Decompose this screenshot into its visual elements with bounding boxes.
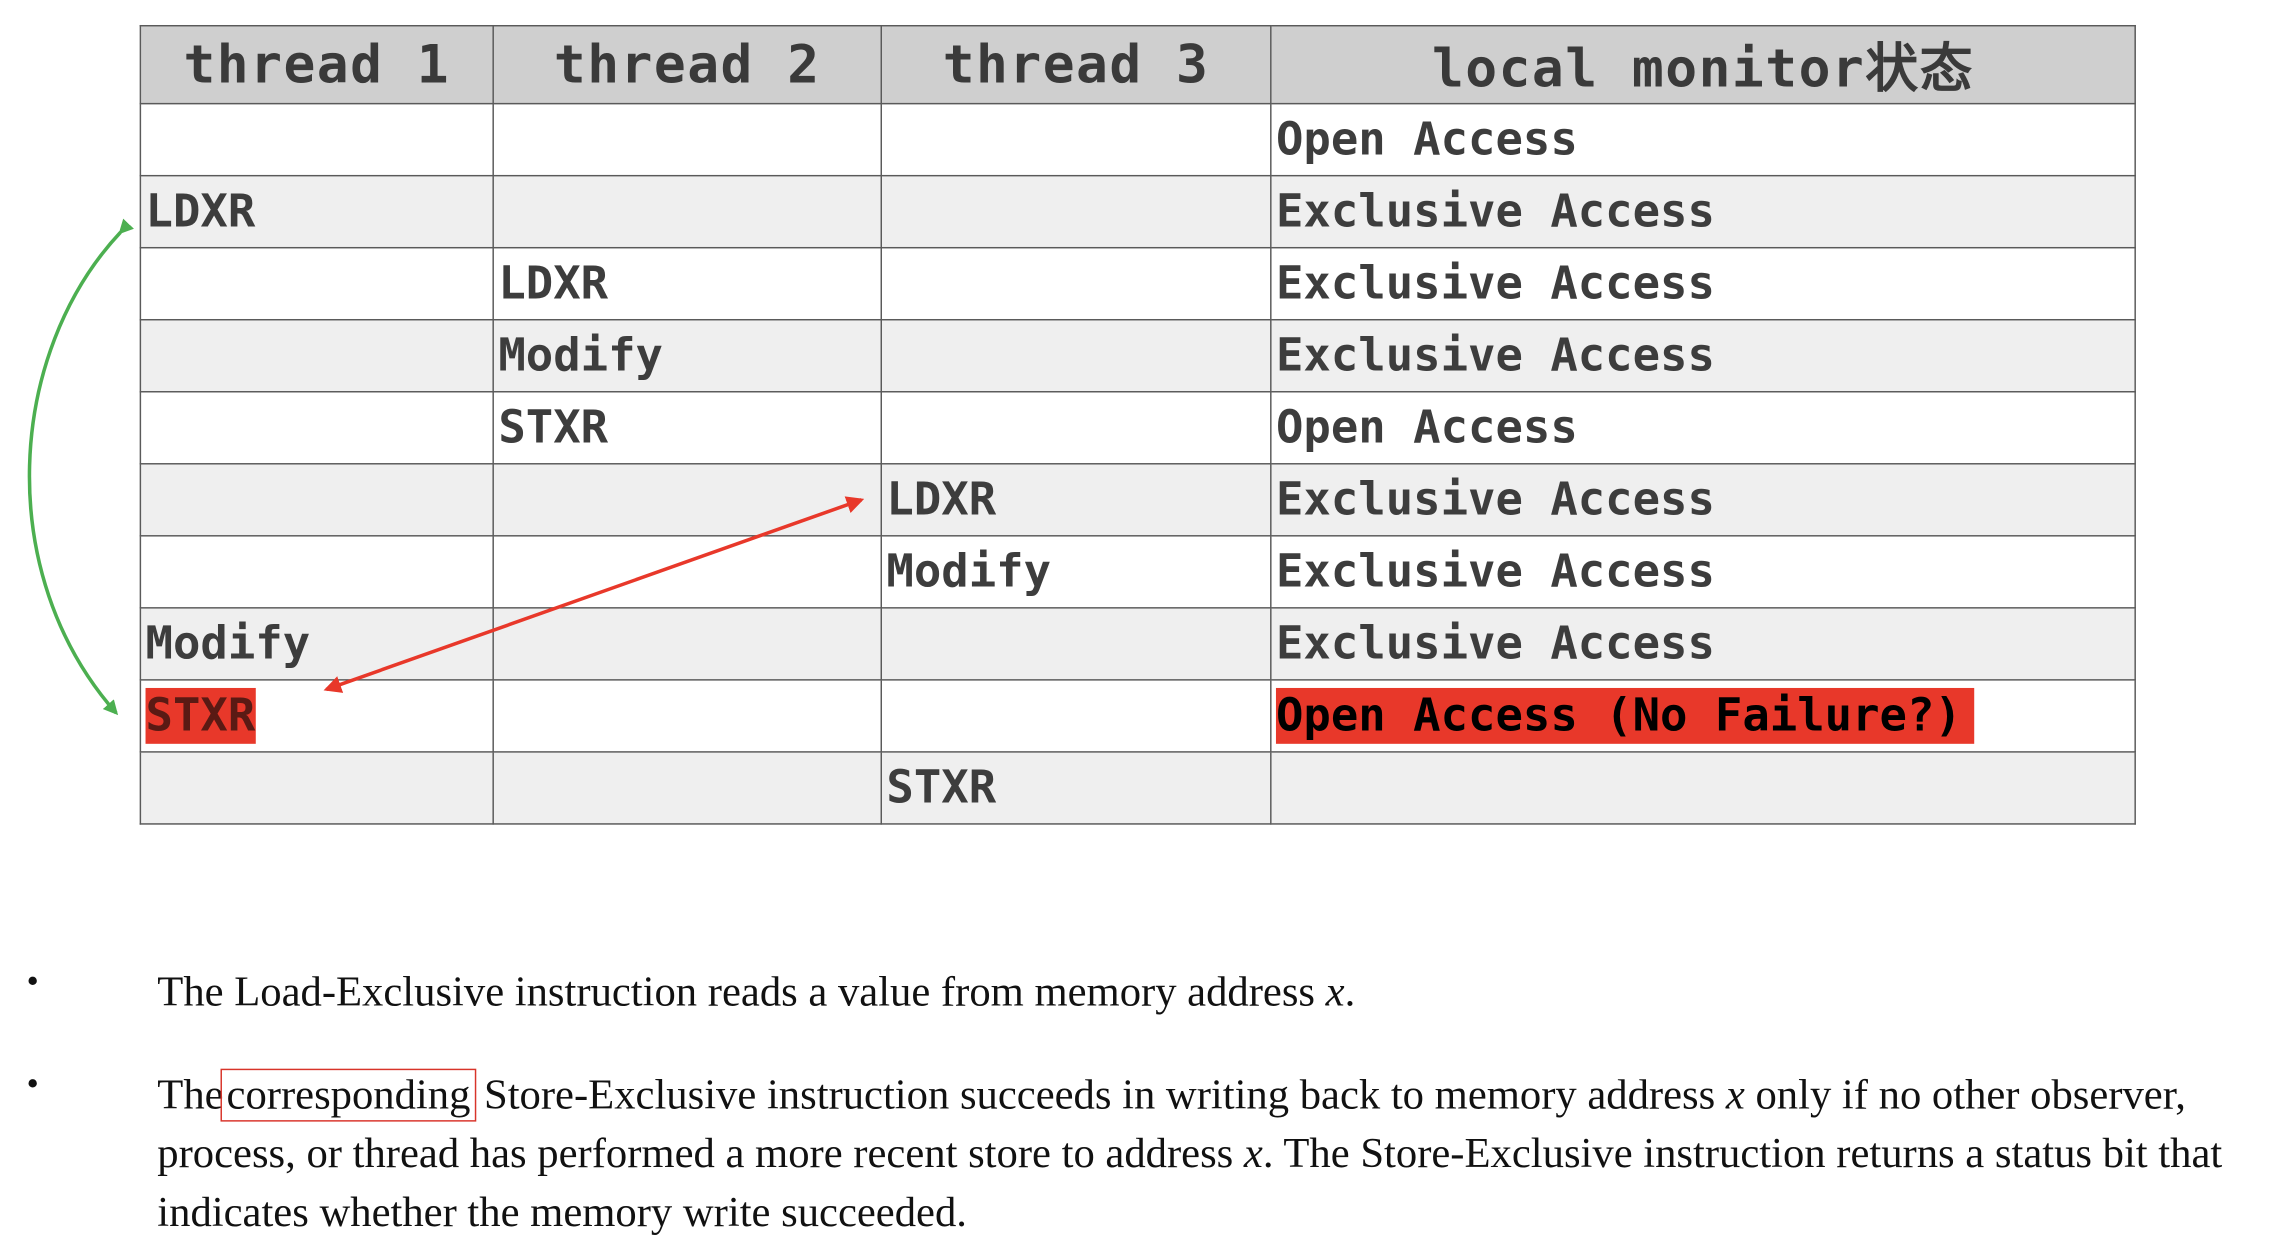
cell-monitor-state: Exclusive Access <box>1270 607 2136 681</box>
highlighted-open-access-no-failure: Open Access (No Failure?) <box>1275 687 1974 744</box>
cell-thread-3 <box>880 246 1272 321</box>
bullet-text-part: . <box>1344 968 1356 1016</box>
cell-thread-3 <box>880 174 1272 249</box>
cell-thread-2 <box>492 607 883 681</box>
highlighted-stxr: STXR <box>145 687 256 744</box>
cell-thread-2 <box>492 174 883 249</box>
cell-thread-2: LDXR <box>492 246 883 321</box>
cell-thread-3 <box>880 391 1272 465</box>
cell-thread-3: Modify <box>880 535 1272 609</box>
table-row: STXR Open Access <box>139 391 2136 465</box>
cell-thread-1: STXR <box>139 679 494 753</box>
cell-thread-1 <box>139 246 494 321</box>
bullet-text: The corresponding Store-Exclusive instruc… <box>157 1066 2244 1242</box>
cell-monitor-state: Open Access <box>1270 391 2136 465</box>
header-thread-3: thread 3 <box>880 24 1272 105</box>
cell-thread-3 <box>880 679 1272 753</box>
cell-thread-1 <box>139 318 494 393</box>
cell-monitor-state: Open Access (No Failure?) <box>1270 679 2136 753</box>
cell-thread-1 <box>139 463 494 537</box>
cell-thread-1 <box>139 391 494 465</box>
cell-thread-1: LDXR <box>139 174 494 249</box>
bullet-text-part: Store-Exclusive instruction succeeds in … <box>473 1071 1726 1119</box>
cell-monitor-state: Exclusive Access <box>1270 174 2136 249</box>
cell-monitor-state: Exclusive Access <box>1270 318 2136 393</box>
cell-thread-3: STXR <box>880 751 1272 825</box>
table-row: LDXR Exclusive Access <box>139 174 2136 249</box>
cell-thread-2 <box>492 751 883 825</box>
cell-thread-2: Modify <box>492 318 883 393</box>
table-row: LDXR Exclusive Access <box>139 246 2136 321</box>
cell-thread-1 <box>139 102 494 177</box>
cell-thread-1: Modify <box>139 607 494 681</box>
bullet-text: The Load-Exclusive instruction reads a v… <box>157 963 2244 1022</box>
cell-monitor-state: Exclusive Access <box>1270 535 2136 609</box>
bullet-text-part: The Load-Exclusive instruction reads a v… <box>157 968 1326 1016</box>
slide-canvas: thread 1 thread 2 thread 3 local monitor… <box>0 0 2280 1250</box>
cell-thread-2 <box>492 463 883 537</box>
table-row: LDXR Exclusive Access <box>139 463 2136 537</box>
table-row: STXR Open Access (No Failure?) <box>139 679 2136 753</box>
variable-x: x <box>1725 1071 1745 1119</box>
cell-thread-1 <box>139 751 494 825</box>
cell-thread-2 <box>492 535 883 609</box>
table-row: Modify Exclusive Access <box>139 607 2136 681</box>
cell-thread-3 <box>880 102 1272 177</box>
cell-thread-3 <box>880 318 1272 393</box>
cell-thread-2 <box>492 102 883 177</box>
bullet-dot: • <box>26 1065 39 1104</box>
local-monitor-table: thread 1 thread 2 thread 3 local monitor… <box>139 24 2136 825</box>
table-row: Modify Exclusive Access <box>139 535 2136 609</box>
cell-thread-3 <box>880 607 1272 681</box>
header-thread-1: thread 1 <box>139 24 494 105</box>
cell-monitor-state: Exclusive Access <box>1270 246 2136 321</box>
table-row: Modify Exclusive Access <box>139 318 2136 393</box>
cell-monitor-state: Exclusive Access <box>1270 463 2136 537</box>
cell-monitor-state: Open Access <box>1270 102 2136 177</box>
variable-x: x <box>1325 968 1345 1016</box>
bullet-text-part: The <box>157 1071 224 1119</box>
header-thread-2: thread 2 <box>492 24 883 105</box>
cell-thread-2: STXR <box>492 391 883 465</box>
boxed-corresponding: corresponding <box>220 1068 477 1122</box>
table-header-row: thread 1 thread 2 thread 3 local monitor… <box>139 24 2136 105</box>
cell-thread-1 <box>139 535 494 609</box>
header-monitor-state: local monitor状态 <box>1270 24 2136 105</box>
table-row: Open Access <box>139 102 2136 177</box>
cell-thread-3: LDXR <box>880 463 1272 537</box>
cell-thread-2 <box>492 679 883 753</box>
table-row: STXR <box>139 751 2136 825</box>
cell-monitor-state <box>1270 751 2136 825</box>
variable-x: x <box>1243 1130 1263 1178</box>
bullet-dot: • <box>26 962 39 1002</box>
green-double-arrow <box>27 218 134 716</box>
